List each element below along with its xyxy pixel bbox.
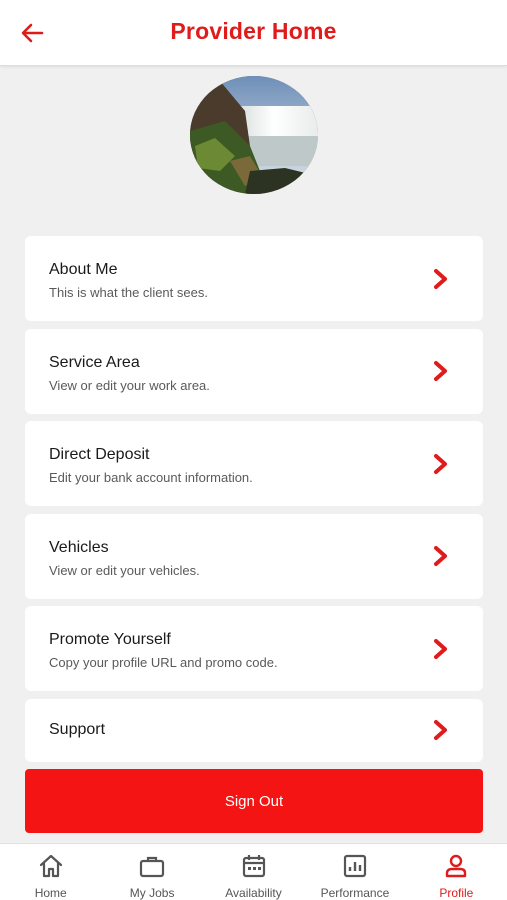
menu-item-direct-deposit[interactable]: Direct Deposit Edit your bank account in…	[25, 421, 483, 506]
chevron-right-icon	[434, 361, 447, 381]
page-title: Provider Home	[170, 18, 337, 44]
menu-item-title: Support	[49, 720, 106, 738]
menu-item-title: Vehicles	[49, 538, 109, 556]
menu-list: About Me This is what the client sees. S…	[25, 236, 483, 769]
avatar-photo	[190, 76, 318, 194]
menu-item-title: Promote Yourself	[49, 631, 171, 648]
tab-my-jobs[interactable]: My Jobs	[101, 844, 202, 900]
menu-item-subtitle: This is what the client sees.	[49, 285, 208, 300]
menu-item-about-me[interactable]: About Me This is what the client sees.	[25, 236, 483, 321]
menu-item-title: About Me	[49, 261, 118, 278]
menu-item-title: Service Area	[49, 353, 140, 371]
app-header: Provider Home	[0, 0, 507, 66]
tab-availability[interactable]: Availability	[203, 844, 304, 900]
menu-item-subtitle: Copy your profile URL and promo code.	[49, 655, 278, 670]
briefcase-icon	[140, 856, 165, 878]
menu-item-vehicles[interactable]: Vehicles View or edit your vehicles.	[25, 513, 483, 599]
tab-label: Profile	[439, 886, 474, 900]
tab-profile[interactable]: Profile	[406, 844, 507, 900]
menu-item-subtitle: View or edit your work area.	[49, 377, 210, 393]
menu-item-title: Direct Deposit	[49, 446, 150, 463]
tab-label: Home	[34, 886, 67, 900]
tab-label: Performance	[320, 886, 390, 900]
chevron-right-icon	[434, 453, 447, 474]
tab-label: My Jobs	[129, 886, 175, 900]
menu-item-promote-yourself[interactable]: Promote Yourself Copy your profile URL a…	[25, 606, 483, 691]
tab-performance[interactable]: Performance	[304, 844, 405, 900]
menu-item-support[interactable]: Support	[25, 698, 483, 762]
tab-label: Availability	[225, 886, 282, 900]
menu-item-service-area[interactable]: Service Area View or edit your work area…	[25, 328, 483, 414]
bottom-tab-bar: Home My Jobs Availability Performance Pr…	[0, 843, 507, 900]
sign-out-button[interactable]: Sign Out	[25, 769, 483, 833]
chevron-right-icon	[434, 720, 447, 740]
chevron-right-icon	[434, 638, 447, 659]
bar-chart-icon	[343, 854, 367, 878]
avatar[interactable]	[190, 76, 318, 194]
home-icon	[39, 854, 62, 878]
person-icon	[446, 854, 467, 878]
chevron-right-icon	[434, 546, 447, 566]
menu-item-subtitle: Edit your bank account information.	[49, 470, 253, 485]
tab-home[interactable]: Home	[0, 844, 101, 900]
menu-item-subtitle: View or edit your vehicles.	[49, 562, 200, 578]
calendar-icon	[242, 855, 265, 878]
chevron-right-icon	[434, 268, 447, 289]
